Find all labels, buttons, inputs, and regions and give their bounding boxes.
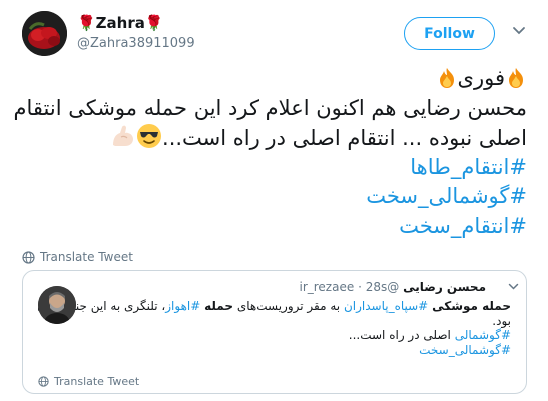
user-handle[interactable]: @Zahra38911099 — [77, 36, 195, 51]
quoted-line-1: حمله موشکی #سپاه_پاسداران به مقر تروریست… — [37, 299, 511, 314]
quoted-line-3-text: اصلی در راه است... — [348, 328, 451, 342]
quoted-line-3: #گوشمالی اصلی در راه است... — [91, 328, 511, 343]
quoted-tweet[interactable]: محسن رضایی @ir_rezaee · 28s حمله موشکی #… — [22, 270, 527, 394]
translate-tweet-link[interactable]: Translate Tweet — [22, 248, 133, 266]
flexed-biceps-emoji — [113, 125, 134, 146]
hashtag-link[interactable]: #اهواز — [165, 299, 200, 313]
globe-icon — [38, 376, 49, 387]
quoted-line-2: بود. — [492, 313, 511, 328]
tweet-urgent-word: فوری — [457, 66, 505, 90]
fire-emoji — [509, 68, 523, 88]
separator-dot: · — [358, 280, 362, 294]
fire-emoji — [439, 68, 454, 88]
quoted-timestamp[interactable]: 28s — [366, 280, 388, 294]
globe-icon — [22, 250, 35, 264]
avatar[interactable] — [22, 11, 67, 56]
tweet-line-2: محسن رضایی هم اکنون اعلام کرد این حمله م… — [13, 95, 527, 120]
caret-down-icon[interactable] — [508, 283, 519, 291]
quoted-translate-link[interactable]: Translate Tweet — [38, 375, 139, 388]
sunglasses-emoji — [137, 124, 162, 148]
tweet-header: 🌹Zahra🌹 @Zahra38911099 Follow — [0, 0, 548, 66]
quoted-avatar[interactable] — [38, 286, 76, 324]
translate-label: Translate Tweet — [54, 375, 140, 388]
tweet-line-3: اصلی نبوده ... انتقام اصلی در راه است... — [22, 123, 527, 153]
bold-text: حمله موشکی — [432, 299, 511, 313]
hashtag-link[interactable]: #سپاه_پاسداران — [344, 299, 428, 313]
quoted-tweet-text: حمله موشکی #سپاه_پاسداران به مقر تروریست… — [37, 299, 511, 358]
hashtag-link[interactable]: #انتقام_طاها — [22, 153, 527, 183]
tweet-line-3-text: اصلی نبوده ... انتقام اصلی در راه است... — [162, 126, 527, 150]
follow-button[interactable]: Follow — [404, 17, 495, 50]
hashtag-link[interactable]: #گوشمالی — [455, 328, 511, 342]
tweet-line-1: فوری — [22, 64, 527, 94]
quoted-tweet-header: محسن رضایی @ir_rezaee · 28s — [299, 279, 486, 295]
tweet-text: فوری محسن رضایی هم اکنون اعلام کرد این ح… — [13, 64, 527, 242]
hashtag-link[interactable]: #گوشمالی_سخت — [91, 343, 511, 358]
display-name[interactable]: 🌹Zahra🌹 — [77, 14, 164, 32]
caret-down-icon[interactable] — [512, 26, 526, 36]
quoted-display-name[interactable]: محسن رضایی — [403, 280, 486, 294]
hashtag-link[interactable]: #انتقام_سخت — [22, 212, 527, 242]
quoted-line-1-mid: به مقر تروریست‌های — [236, 299, 341, 313]
translate-label: Translate Tweet — [40, 250, 133, 264]
bold-text: حمله — [204, 299, 233, 313]
hashtag-link[interactable]: #گوشمالی_سخت — [22, 182, 527, 212]
